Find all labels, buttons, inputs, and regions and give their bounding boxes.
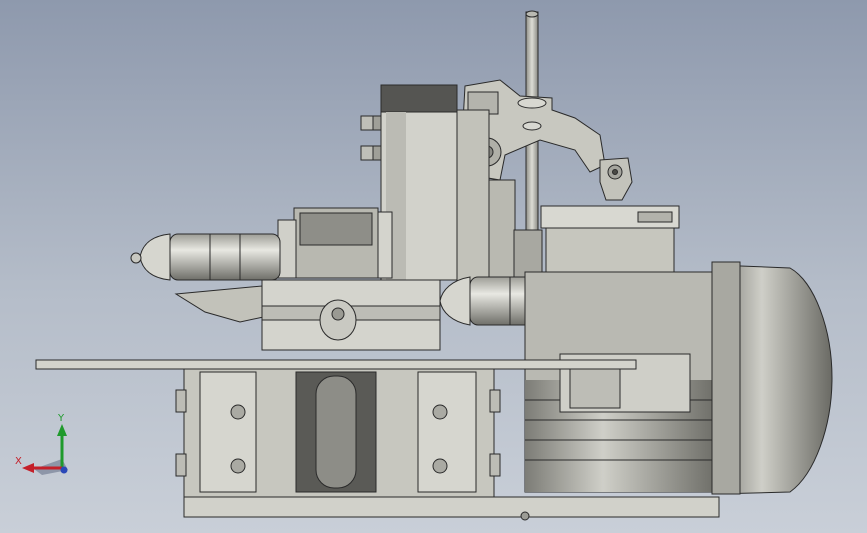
3d-viewport[interactable]: X Y xyxy=(0,0,867,533)
motor-body[interactable] xyxy=(524,271,721,493)
z-axis-dot xyxy=(60,466,68,474)
base-plate-arm[interactable] xyxy=(35,359,637,370)
cylinder-left[interactable] xyxy=(130,233,281,281)
lower-frame[interactable] xyxy=(175,368,501,498)
control-box[interactable] xyxy=(540,205,680,281)
upper-block[interactable] xyxy=(277,207,393,279)
cad-model[interactable] xyxy=(0,0,867,533)
anvil-part[interactable] xyxy=(174,279,441,351)
y-axis-label: Y xyxy=(58,413,65,424)
hook-bracket[interactable] xyxy=(599,157,633,201)
motor-end-cap[interactable] xyxy=(711,261,833,495)
x-axis-label: X xyxy=(15,456,22,467)
bottom-base[interactable] xyxy=(183,496,720,521)
axis-triad xyxy=(22,424,68,475)
